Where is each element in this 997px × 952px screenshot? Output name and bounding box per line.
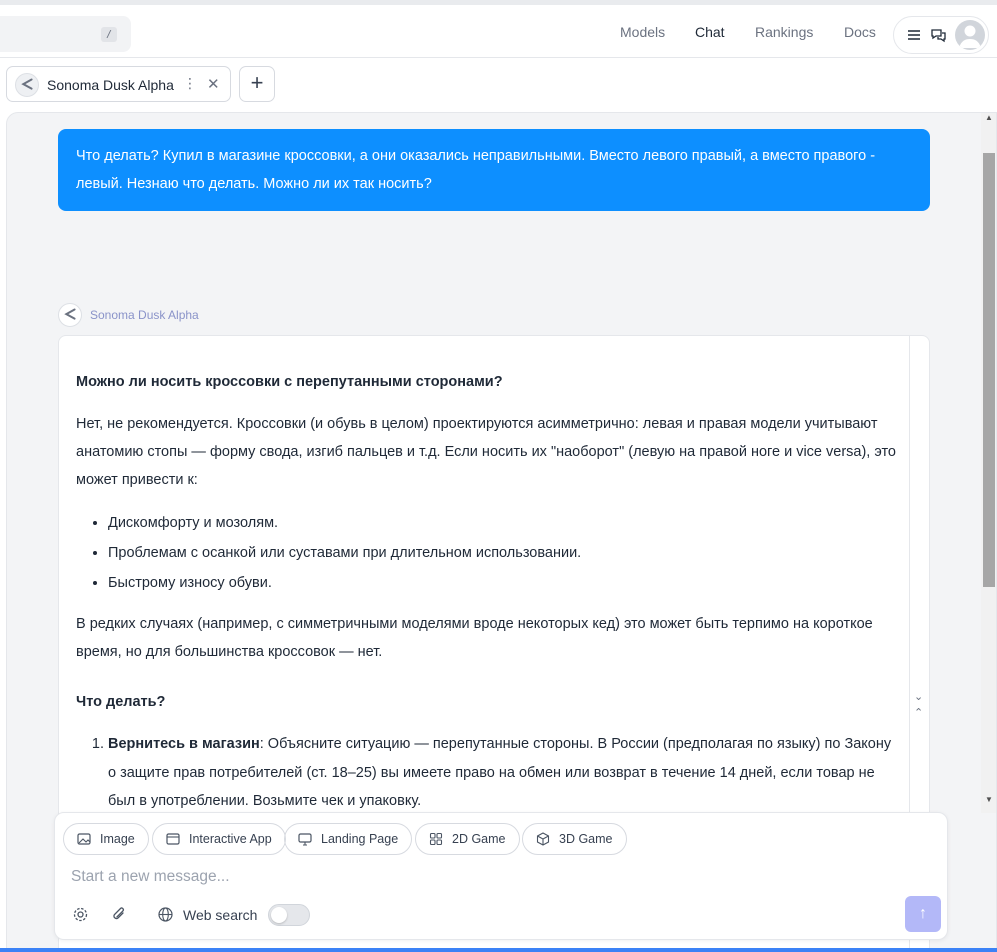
assistant-content: Можно ли носить кроссовки с перепутанным… [76,368,896,816]
avatar[interactable] [955,20,985,50]
response-heading: Что делать? [76,694,166,710]
search-box[interactable]: / [0,16,131,52]
globe-icon[interactable] [157,906,174,923]
chip-interactive-app[interactable]: Interactive App [152,823,286,855]
scroll-up-arrow-icon[interactable]: ▲ [985,113,993,122]
cube-icon [536,832,550,846]
chip-label: 3D Game [559,832,613,846]
user-message: Что делать? Купил в магазине кроссовки, … [58,129,930,211]
nav-rankings[interactable]: Rankings [755,24,813,40]
chip-2d-game[interactable]: 2D Game [415,823,520,855]
chip-landing-page[interactable]: Landing Page [284,823,413,855]
nav-models[interactable]: Models [620,24,665,40]
grid-icon [429,832,443,846]
chip-label: Interactive App [189,832,272,846]
list-item: Быстрому износу обуви. [108,568,896,598]
chevron-up-icon[interactable]: ⌃ [914,706,923,719]
list-item: Дискомфорту и мозолям. [108,508,896,538]
step-title: Вернитесь в магазин [108,736,260,752]
scroll-down-arrow-icon[interactable]: ▼ [985,795,993,804]
response-paragraph: Нет, не рекомендуется. Кроссовки (и обув… [76,416,896,488]
chip-label: Landing Page [321,832,399,846]
response-paragraph: В редких случаях (например, с симметричн… [76,616,873,660]
web-search-label: Web search [183,907,258,923]
nav-chat[interactable]: Chat [695,24,725,40]
chat-scrollbar[interactable]: ▲ ▼ [981,113,996,813]
image-icon [77,833,91,845]
chevron-down-icon[interactable]: ⌄ [914,690,923,703]
chip-label: 2D Game [452,832,506,846]
response-heading: Можно ли носить кроссовки с перепутанным… [76,374,503,390]
arrow-up-icon: ↑ [919,905,927,922]
list-item: Проблемам с осанкой или суставами при дл… [108,538,896,568]
hamburger-icon[interactable] [907,28,921,42]
chip-label: Image [100,832,135,846]
toggle-knob [271,907,287,923]
add-model-button[interactable]: + [239,66,275,102]
message-input[interactable]: Start a new message... [71,868,230,886]
nav-docs[interactable]: Docs [844,24,876,40]
model-tab[interactable]: Sonoma Dusk Alpha ⋮ ✕ [6,66,231,102]
chip-image[interactable]: Image [63,823,149,855]
list-item: Вернитесь в магазин: Объясните ситуацию … [108,730,896,816]
chat-bubbles-icon[interactable] [930,27,947,44]
top-bar: / Models Chat Rankings Docs [0,0,997,58]
response-bullet-list: Дискомфорту и мозолям. Проблемам с осанк… [108,508,896,598]
send-button[interactable]: ↑ [905,896,941,932]
bottom-accent-line [0,948,997,952]
search-shortcut-key: / [101,27,117,42]
model-logo-icon [15,73,39,97]
tab-close-icon[interactable]: ✕ [207,75,220,93]
chip-3d-game[interactable]: 3D Game [522,823,627,855]
user-avatar-icon [959,25,981,48]
scrollbar-thumb[interactable] [983,153,995,587]
window-icon [166,833,180,845]
monitor-icon [298,833,312,846]
message-composer: Image Interactive App Landing Page 2D Ga… [54,812,948,940]
paperclip-icon[interactable] [111,906,128,923]
assistant-name: Sonoma Dusk Alpha [90,308,199,322]
tab-options-icon[interactable]: ⋮ [183,75,197,92]
account-menu[interactable] [893,16,989,54]
model-tab-label: Sonoma Dusk Alpha [47,77,174,93]
response-steps-list: Вернитесь в магазин: Объясните ситуацию … [108,730,896,816]
assistant-logo-icon [58,303,82,327]
web-search-toggle[interactable] [268,904,310,926]
gear-icon[interactable] [72,906,89,923]
